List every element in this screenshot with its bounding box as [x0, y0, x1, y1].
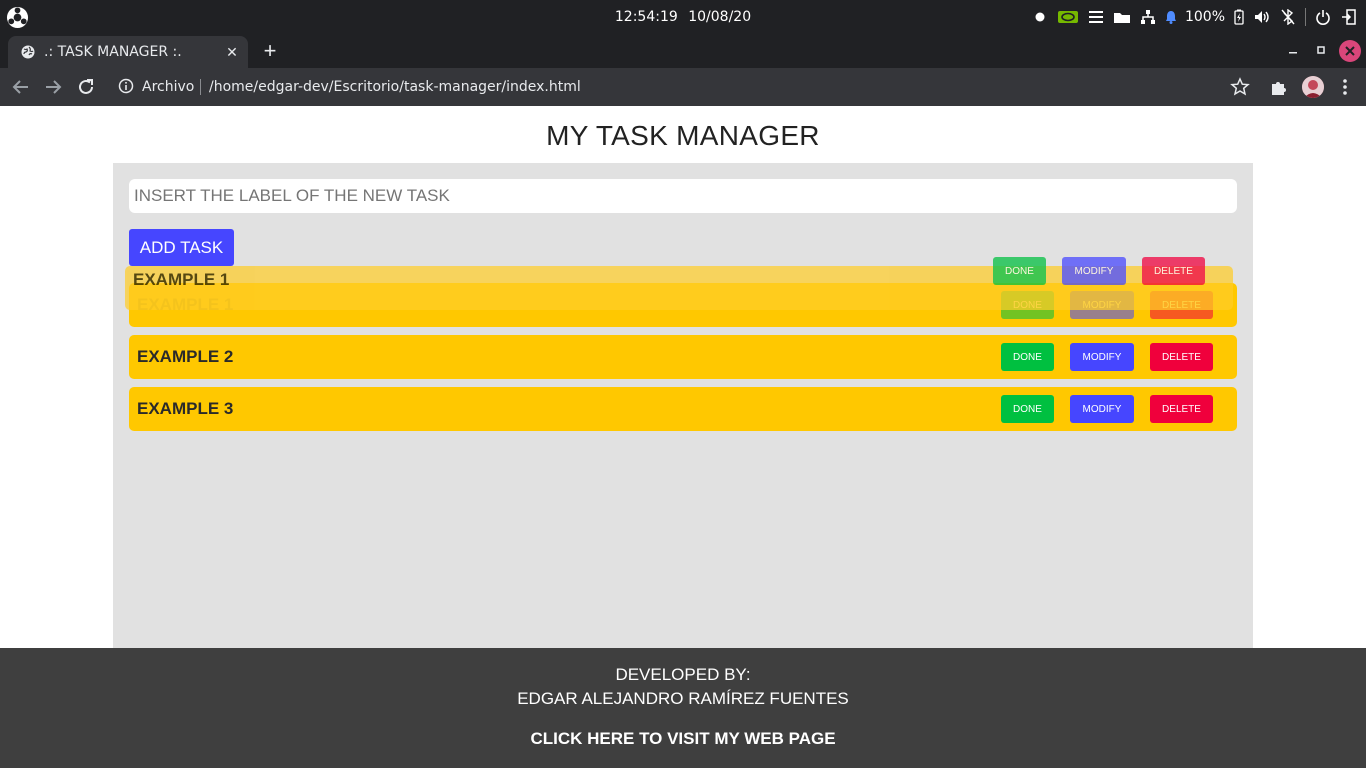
window-minimize-button[interactable] — [1284, 40, 1302, 60]
star-icon[interactable] — [1230, 77, 1250, 97]
system-tray: 100% — [1031, 0, 1358, 34]
new-task-input[interactable] — [129, 179, 1237, 213]
footer-web-page-link[interactable]: CLICK HERE TO VISIT MY WEB PAGE — [0, 729, 1366, 749]
network-icon[interactable] — [1139, 8, 1157, 26]
new-tab-button[interactable]: + — [258, 39, 282, 63]
volume-icon[interactable] — [1253, 8, 1271, 26]
clock-date: 10/08/20 — [688, 9, 752, 25]
profile-avatar[interactable] — [1302, 76, 1324, 98]
dragging-task-label: EXAMPLE 1 — [133, 270, 230, 289]
power-icon[interactable] — [1314, 8, 1332, 26]
task-panel: ADD TASK EXAMPLE 1 DONE MODIFY DELETE EX… — [113, 163, 1253, 648]
url-scheme-label: Archivo — [142, 79, 195, 95]
logout-icon[interactable] — [1340, 8, 1358, 26]
task-label: EXAMPLE 3 — [137, 399, 234, 418]
bluetooth-icon[interactable] — [1279, 8, 1297, 26]
folder-icon[interactable] — [1113, 8, 1131, 26]
info-icon[interactable] — [118, 78, 134, 94]
page-viewport: MY TASK MANAGER ADD TASK EXAMPLE 1 DONE … — [0, 106, 1366, 768]
clock-time: 12:54:19 — [614, 9, 678, 25]
delete-button[interactable]: DELETE — [1150, 343, 1213, 371]
browser-tab-active[interactable]: .: TASK MANAGER :. ✕ — [8, 36, 248, 68]
dot-icon[interactable] — [1031, 8, 1049, 26]
menu-icon[interactable] — [1087, 8, 1105, 26]
page-footer: DEVELOPED BY: EDGAR ALEJANDRO RAMÍREZ FU… — [0, 648, 1366, 768]
ghost-modify-button: MODIFY — [1062, 257, 1126, 285]
task-item[interactable]: EXAMPLE 3 DONE MODIFY DELETE — [129, 387, 1237, 431]
os-top-bar: 12:54:19 10/08/20 100% — [0, 0, 1366, 34]
nvidia-icon[interactable] — [1057, 8, 1079, 26]
page-title: MY TASK MANAGER — [546, 120, 820, 151]
address-bar[interactable]: /home/edgar-dev/Escritorio/task-manager/… — [209, 68, 581, 106]
browser-toolbar: Archivo /home/edgar-dev/Escritorio/task-… — [0, 68, 1366, 106]
ghost-done-button: DONE — [993, 257, 1046, 285]
url-separator — [200, 79, 201, 95]
tab-title: .: TASK MANAGER :. — [44, 44, 182, 60]
dragging-task-ghost[interactable]: EXAMPLE 1 DONE MODIFY DELETE — [125, 257, 1233, 310]
done-button[interactable]: DONE — [1001, 343, 1054, 371]
footer-developed-by: DEVELOPED BY: — [615, 665, 751, 684]
forward-icon[interactable] — [42, 76, 64, 98]
done-button[interactable]: DONE — [1001, 395, 1054, 423]
window-maximize-button[interactable] — [1312, 40, 1330, 60]
task-label: EXAMPLE 2 — [137, 347, 234, 366]
globe-icon — [21, 45, 35, 59]
tray-divider — [1305, 8, 1306, 26]
battery-icon[interactable] — [1233, 8, 1245, 26]
footer-author-name: EDGAR ALEJANDRO RAMÍREZ FUENTES — [517, 689, 849, 708]
battery-percent: 100% — [1184, 9, 1225, 25]
delete-button[interactable]: DELETE — [1150, 395, 1213, 423]
modify-button[interactable]: MODIFY — [1070, 343, 1134, 371]
kebab-menu-icon[interactable] — [1335, 77, 1355, 97]
task-item[interactable]: EXAMPLE 2 DONE MODIFY DELETE — [129, 335, 1237, 379]
notification-bell-icon[interactable] — [1165, 8, 1177, 26]
modify-button[interactable]: MODIFY — [1070, 395, 1134, 423]
tab-close-icon[interactable]: ✕ — [224, 44, 240, 60]
back-icon[interactable] — [10, 76, 32, 98]
browser-tab-strip: .: TASK MANAGER :. ✕ + — [0, 34, 1366, 68]
ghost-delete-button: DELETE — [1142, 257, 1205, 285]
reload-icon[interactable] — [75, 76, 97, 98]
extensions-icon[interactable] — [1269, 77, 1289, 97]
window-close-button[interactable] — [1339, 40, 1361, 62]
